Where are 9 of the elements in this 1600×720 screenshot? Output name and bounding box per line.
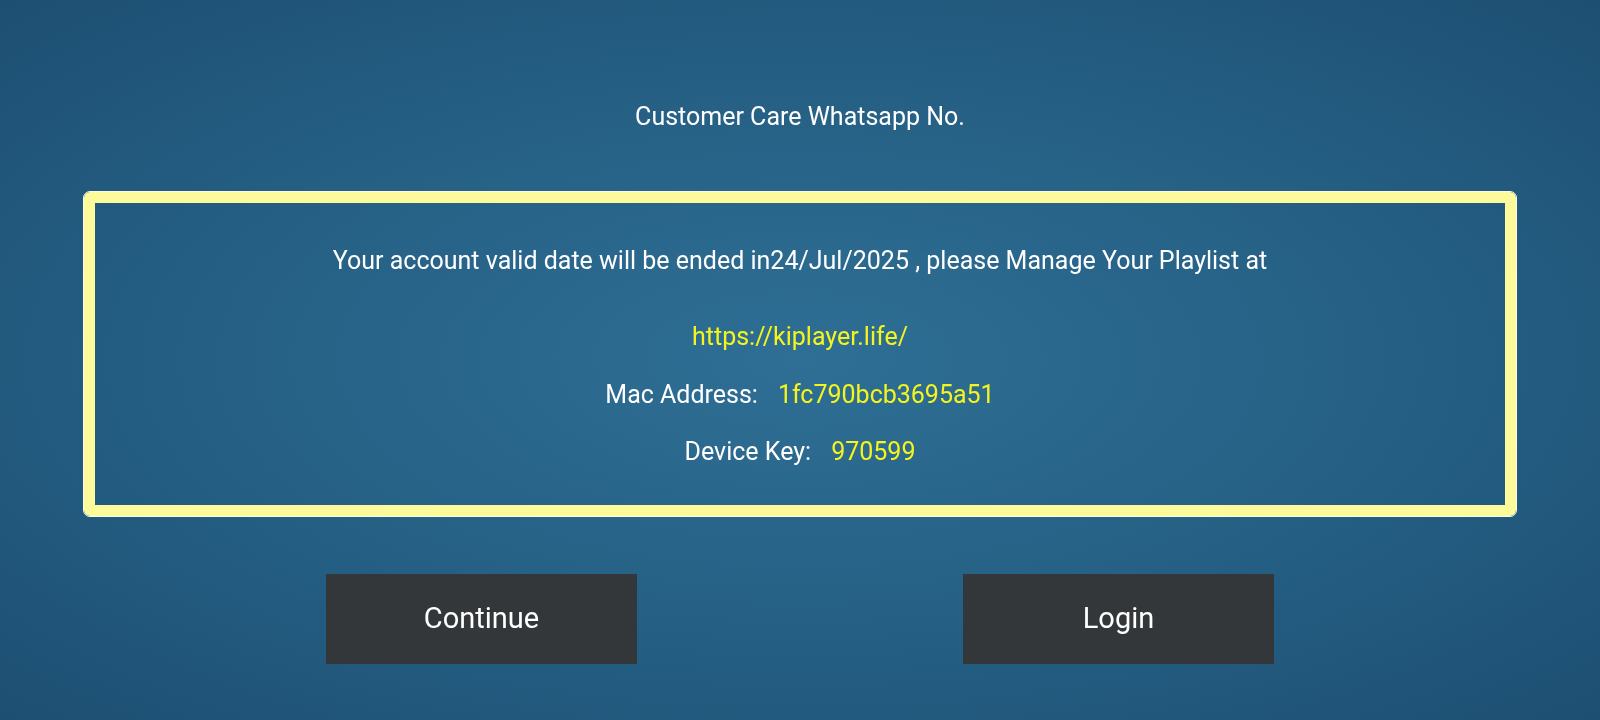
action-button[interactable]: Continue	[326, 574, 637, 664]
playlist-link[interactable]: https://kiplayer.life/	[692, 321, 908, 353]
notice-message: Your account valid date will be ended in24/Jul/2025 , please Manage Your Playlist at	[332, 245, 1268, 277]
header-title: Customer Care Whatsapp No.	[635, 101, 965, 133]
field-value: 1fc790bcb3695a51	[777, 379, 995, 411]
field-value: 970599	[831, 436, 916, 468]
action-button[interactable]: Login	[963, 574, 1274, 664]
field-label: Device Key:	[684, 436, 812, 468]
field-label: Mac Address:	[605, 379, 758, 411]
